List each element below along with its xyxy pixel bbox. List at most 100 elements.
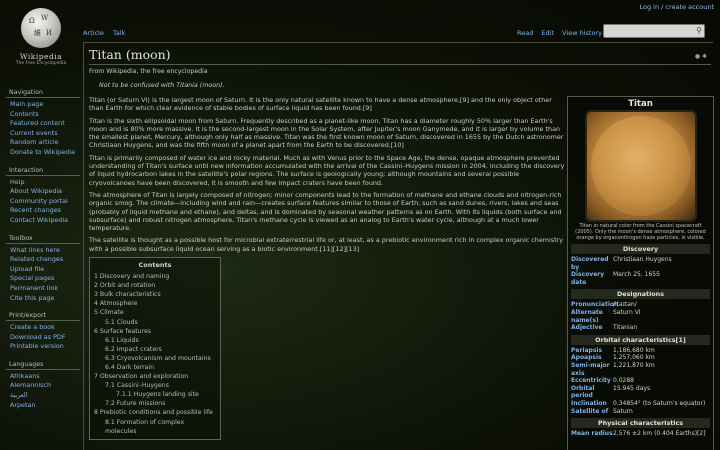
- toc-item[interactable]: 5.1 Clouds: [94, 318, 216, 327]
- infobox-value: /ˈtaɪtən/: [613, 301, 637, 309]
- tab-view-history[interactable]: View history: [562, 29, 602, 37]
- toc-item[interactable]: 5 Climate: [94, 308, 216, 317]
- infobox-key[interactable]: Alternate name(s): [571, 309, 613, 324]
- sidebar-item-featured-content[interactable]: Featured content: [10, 119, 80, 129]
- sidebar-item-printable-version[interactable]: Printable version: [10, 342, 80, 352]
- infobox-row: Periapsis 1,186,680 km: [571, 347, 710, 355]
- page-title: Titan (moon): [89, 47, 711, 65]
- infobox-key[interactable]: Orbital period: [571, 385, 613, 400]
- search-input[interactable]: ⚲: [603, 24, 705, 38]
- toc-heading: Contents: [138, 261, 172, 270]
- sidebar-item-donate[interactable]: Donate to Wikipedia: [10, 148, 80, 158]
- infobox-key[interactable]: Semi-major axis: [571, 362, 613, 377]
- sidebar-item-main-page[interactable]: Main page: [10, 100, 80, 110]
- toc-item[interactable]: 6.4 Dark terrain: [94, 363, 216, 372]
- toc-item[interactable]: 6 Surface features: [94, 327, 216, 336]
- infobox-row: Satellite of Saturn: [571, 408, 710, 416]
- toc-item[interactable]: 7.2 Future missions: [94, 399, 216, 408]
- toc-item[interactable]: 6.2 Impact craters: [94, 345, 216, 354]
- toc-item[interactable]: 6.3 Cryovolcanism and mountains: [94, 354, 216, 363]
- toc-item[interactable]: 7.1 Cassini–Huygens: [94, 381, 216, 390]
- paragraph: The atmosphere of Titan is largely compo…: [89, 190, 562, 233]
- sidebar-item-contents[interactable]: Contents: [10, 110, 80, 120]
- portlet-heading[interactable]: Languages: [6, 360, 80, 370]
- language-link[interactable]: Afrikaans: [10, 372, 80, 382]
- infobox-row: Orbital period 15.945 days: [571, 385, 710, 400]
- tab-article[interactable]: Article: [83, 29, 104, 37]
- infobox-key[interactable]: Apoapsis: [571, 354, 613, 362]
- portlet-heading[interactable]: Navigation: [6, 88, 80, 98]
- sidebar-item-help[interactable]: Help: [10, 178, 80, 188]
- infobox-row: Mean radius 2,576 ±2 km (0.404 Earths)[2]: [571, 430, 710, 438]
- infobox-value: 1,257,060 km: [613, 354, 655, 362]
- sidebar-item-current-events[interactable]: Current events: [10, 129, 80, 139]
- infobox-row: Eccentricity 0.0288: [571, 377, 710, 385]
- sidebar-item-special-pages[interactable]: Special pages: [10, 274, 80, 284]
- article-body: Titan (or Saturn VI) is the largest moon…: [89, 96, 567, 253]
- sidebar-item-recent-changes[interactable]: Recent changes: [10, 206, 80, 216]
- infobox-title: Titan: [628, 99, 653, 109]
- infobox-row: Adjective Titanian: [571, 324, 710, 332]
- toc-item[interactable]: 3 Bulk characteristics: [94, 290, 216, 299]
- infobox-value: Titanian: [613, 324, 638, 332]
- login-link[interactable]: Log in / create account: [639, 3, 714, 11]
- tab-edit[interactable]: Edit: [541, 29, 554, 37]
- toc-item[interactable]: 2 Orbit and rotation: [94, 281, 216, 290]
- tab-read[interactable]: Read: [517, 29, 533, 37]
- infobox-value: 0.34854° (to Saturn's equator): [613, 399, 706, 407]
- portlet-heading[interactable]: Toolbox: [6, 234, 80, 244]
- infobox-key[interactable]: Discovered by: [571, 256, 613, 271]
- sidebar-item-about[interactable]: About Wikipedia: [10, 187, 80, 197]
- infobox-value: Saturn VI: [613, 308, 641, 316]
- infobox-section-heading: Discovery: [571, 244, 710, 254]
- language-link[interactable]: Arpetan: [10, 401, 80, 411]
- infobox-key[interactable]: Pronunciation: [571, 301, 618, 309]
- toc-item[interactable]: 7.1.1 Huygens landing site: [94, 390, 216, 399]
- titan-image[interactable]: [586, 112, 695, 220]
- sidebar-item-contact[interactable]: Contact Wikipedia: [10, 216, 80, 226]
- sidebar-item-upload-file[interactable]: Upload file: [10, 265, 80, 275]
- infobox-row: Discovered by Christiaan Huygens: [571, 256, 710, 271]
- toc-item[interactable]: 8.1 Formation of complex molecules: [94, 418, 216, 436]
- infobox-key[interactable]: Mean radius: [571, 430, 613, 438]
- sidebar-item-what-links-here[interactable]: What links here: [10, 246, 80, 256]
- sidebar-item-permanent-link[interactable]: Permanent link: [10, 284, 80, 294]
- portlet-heading[interactable]: Interaction: [6, 166, 80, 176]
- infobox-section-heading: Orbital characteristics[1]: [571, 334, 710, 345]
- infobox: Titan Titan in natural color from the Ca…: [567, 96, 714, 450]
- portlet-heading[interactable]: Print/export: [6, 311, 80, 322]
- sidebar-item-related-changes[interactable]: Related changes: [10, 255, 80, 265]
- infobox-row: Apoapsis 1,257,060 km: [571, 354, 710, 362]
- sidebar-item-random-article[interactable]: Random article: [10, 138, 80, 148]
- search-icon[interactable]: ⚲: [696, 26, 702, 35]
- portlet-print-export: Print/export Create a book Download as P…: [6, 311, 80, 352]
- language-link[interactable]: Alemannisch: [10, 381, 80, 391]
- language-link[interactable]: العربية: [10, 391, 80, 401]
- toc-item[interactable]: 7 Observation and exploration: [94, 372, 216, 381]
- sidebar-item-download-pdf[interactable]: Download as PDF: [10, 333, 80, 343]
- wikipedia-logo[interactable]: ΩW 維И Wikipedia The Free Encyclopedia: [10, 8, 72, 80]
- toc-item[interactable]: 1 Discovery and naming: [94, 272, 216, 281]
- infobox-value: 0.0288: [613, 377, 634, 385]
- sidebar-item-create-book[interactable]: Create a book: [10, 323, 80, 333]
- sidebar-item-cite-page[interactable]: Cite this page: [10, 294, 80, 304]
- infobox-key[interactable]: Adjective: [571, 324, 613, 332]
- sidebar-item-community-portal[interactable]: Community portal: [10, 197, 80, 207]
- paragraph: Titan is the sixth ellipsoidal moon from…: [89, 116, 564, 150]
- infobox-section-heading: Physical characteristics: [571, 418, 710, 429]
- toc-item[interactable]: 4 Atmosphere: [94, 299, 216, 308]
- tab-talk[interactable]: Talk: [113, 29, 125, 37]
- sidebar: Navigation Main page Contents Featured c…: [6, 88, 80, 418]
- infobox-key[interactable]: Eccentricity: [571, 377, 613, 385]
- site-subtitle: From Wikipedia, the free encyclopedia: [89, 68, 208, 75]
- infobox-value: Christiaan Huygens: [613, 256, 672, 263]
- toc-item[interactable]: 6.1 Liquids: [94, 336, 216, 345]
- toc-item[interactable]: 8 Prebiotic conditions and possible life: [94, 408, 216, 417]
- hatnote[interactable]: Not to be confused with Titania (moon).: [99, 82, 708, 89]
- infobox-key[interactable]: Periapsis: [571, 347, 613, 355]
- infobox-key[interactable]: Satellite of: [571, 408, 613, 416]
- infobox-key[interactable]: Discovery date: [571, 271, 613, 286]
- portlet-toolbox: Toolbox What links here Related changes …: [6, 234, 80, 304]
- infobox-section-heading: Designations: [571, 289, 710, 300]
- infobox-key[interactable]: Inclination: [571, 400, 613, 408]
